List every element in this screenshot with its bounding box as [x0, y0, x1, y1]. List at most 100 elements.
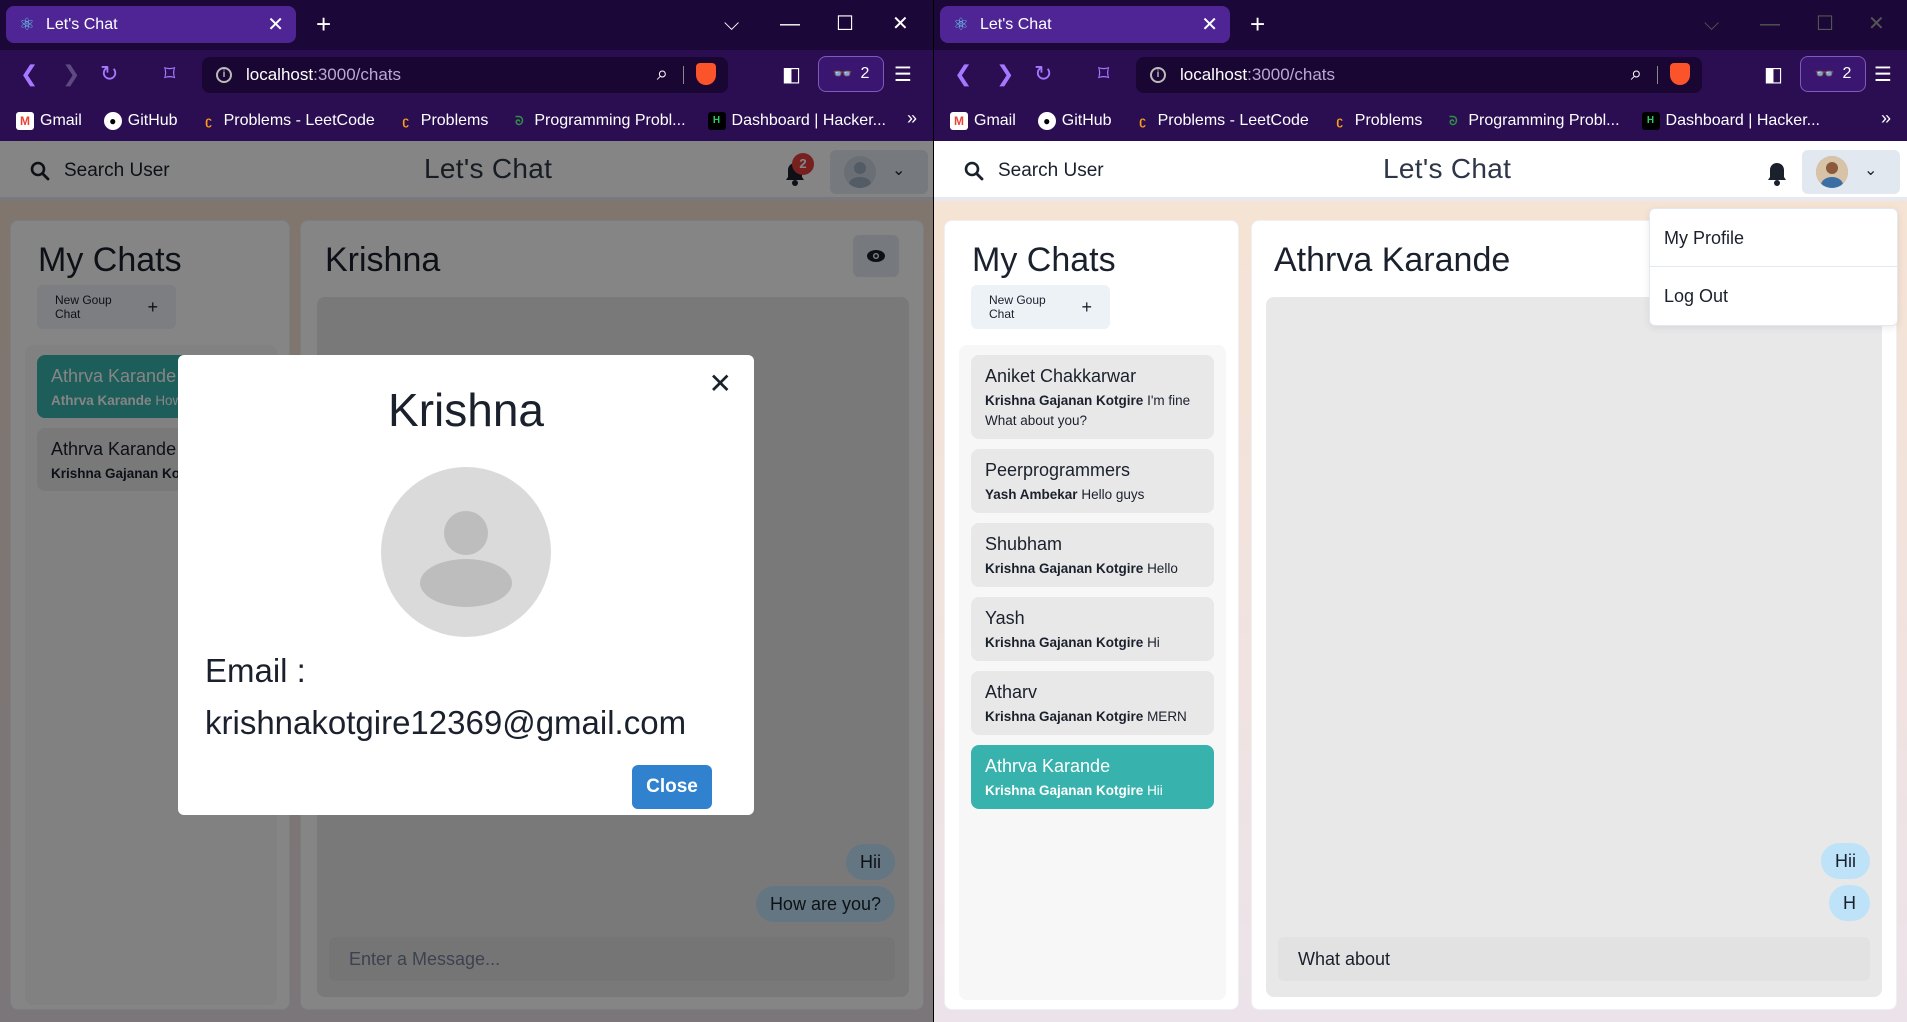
back-icon[interactable]: ❮ — [20, 62, 38, 86]
bookmark-geeks[interactable]: ᘐ Programming Probl... — [510, 112, 685, 130]
chat-name: Athrva Karande — [985, 756, 1111, 776]
bookmarks-more-icon[interactable]: » — [907, 108, 917, 129]
browser-tab[interactable]: ⚛ Let's Chat ✕ — [6, 6, 296, 43]
profile-avatar — [381, 467, 551, 637]
new-tab-button[interactable]: + — [1250, 9, 1265, 39]
close-window-button[interactable]: ✕ — [1868, 10, 1885, 38]
chat-item[interactable]: Atharv Krishna Gajanan Kotgire MERN — [971, 671, 1214, 735]
brave-shield-icon[interactable] — [696, 63, 716, 85]
brave-shield-icon[interactable] — [1670, 63, 1690, 85]
address-bar[interactable]: i localhost:3000/chats ⌕ — [202, 57, 728, 93]
new-tab-button[interactable]: + — [316, 9, 331, 39]
info-icon[interactable]: i — [1150, 67, 1166, 83]
forward-icon[interactable]: ❯ — [62, 62, 80, 86]
chat-last-message: Krishna Gajanan Kotgire I'm fine What ab… — [985, 391, 1200, 431]
chat-item[interactable]: Shubham Krishna Gajanan Kotgire Hello — [971, 523, 1214, 587]
menu-icon[interactable]: ☰ — [894, 62, 912, 87]
chat-item[interactable]: Aniket Chakkarwar Krishna Gajanan Kotgir… — [971, 355, 1214, 439]
vpn-button[interactable]: 👓 2 — [1800, 56, 1866, 92]
minimize-button[interactable]: — — [1760, 10, 1780, 38]
bookmark-github[interactable]: ● GitHub — [1037, 111, 1112, 130]
message-input[interactable]: What about — [1278, 937, 1870, 981]
close-icon[interactable]: ✕ — [709, 367, 732, 400]
browser-window-left: ⚛ Let's Chat ✕ + ⌵ — ☐ ✕ ❮ ❯ ↻ ⌑ i local… — [0, 0, 933, 1022]
bookmark-label: Problems — [420, 111, 489, 129]
bookmark-gmail[interactable]: M Gmail — [950, 111, 1016, 130]
tab-strip: ⚛ Let's Chat ✕ + ⌵ — ☐ ✕ — [934, 0, 1907, 50]
tab-list-icon[interactable]: ⌵ — [1704, 10, 1719, 38]
bookmarks-more-icon[interactable]: » — [1881, 108, 1891, 129]
bookmark-problems[interactable]: ʗ Problems — [397, 111, 489, 130]
maximize-button[interactable]: ☐ — [836, 10, 854, 38]
search-user-button[interactable]: Search User — [952, 151, 1116, 191]
zoom-icon[interactable]: ⌕ — [1631, 63, 1642, 86]
close-window-button[interactable]: ✕ — [892, 10, 909, 38]
profile-menu-button[interactable]: ⌄ — [1802, 150, 1900, 194]
chat-name: Peerprogrammers — [985, 460, 1131, 480]
gfg-icon: ᘐ — [515, 113, 524, 128]
chat-list: Aniket Chakkarwar Krishna Gajanan Kotgir… — [959, 345, 1226, 1000]
maximize-button[interactable]: ☐ — [1816, 10, 1834, 38]
search-icon — [964, 161, 984, 181]
bookmark-geeks[interactable]: ᘐ Programming Probl... — [1444, 112, 1619, 130]
chat-text: Hii — [1147, 783, 1163, 798]
chat-last-message: Krishna Gajanan Kotgire Hello — [985, 559, 1200, 579]
back-icon[interactable]: ❮ — [954, 62, 972, 86]
chat-text: Hello — [1147, 561, 1178, 576]
gmail-icon: M — [16, 111, 34, 130]
my-chats-heading: My Chats — [972, 241, 1116, 279]
profile-dropdown-menu: My Profile Log Out — [1649, 208, 1898, 326]
sidebar-toggle-icon[interactable]: ◧ — [1764, 62, 1783, 87]
bookmark-icon[interactable]: ⌑ — [1098, 62, 1109, 86]
bookmark-hackerrank[interactable]: H Dashboard | Hacker... — [1641, 111, 1820, 130]
vpn-count: 2 — [1842, 65, 1852, 82]
chat-name: Yash — [985, 608, 1025, 628]
bookmark-leetcode[interactable]: ʗ Problems - LeetCode — [200, 112, 375, 130]
chat-panel: Athrva Karande Hii H What about — [1251, 220, 1897, 1010]
modal-title: Krishna — [388, 384, 544, 436]
bell-icon[interactable] — [1766, 161, 1788, 187]
leetcode-icon: ʗ — [402, 113, 410, 128]
close-tab-icon[interactable]: ✕ — [1201, 12, 1218, 37]
bookmarks-bar: M Gmail ● GitHub ʗ Problems - LeetCode ʗ Pro… — [0, 100, 933, 141]
chat-header-name: Athrva Karande — [1274, 241, 1511, 279]
close-tab-icon[interactable]: ✕ — [267, 12, 284, 37]
react-icon: ⚛ — [19, 14, 35, 34]
close-button[interactable]: Close — [632, 765, 712, 809]
zoom-icon[interactable]: ⌕ — [657, 63, 668, 86]
menu-item-log-out[interactable]: Log Out — [1650, 267, 1897, 325]
leetcode-icon: ʗ — [1336, 113, 1344, 128]
bookmark-gmail[interactable]: M Gmail — [16, 111, 82, 130]
bookmark-hackerrank[interactable]: H Dashboard | Hacker... — [707, 111, 886, 130]
reload-icon[interactable]: ↻ — [1034, 62, 1052, 86]
chat-sender: Krishna Gajanan Kotgire — [985, 783, 1144, 798]
reload-icon[interactable]: ↻ — [100, 62, 118, 86]
address-bar[interactable]: i localhost:3000/chats ⌕ — [1136, 57, 1702, 93]
app-title: Let's Chat — [1383, 153, 1512, 184]
tab-title: Let's Chat — [46, 15, 118, 33]
chat-item[interactable]: Athrva Karande Krishna Gajanan Kotgire H… — [971, 745, 1214, 809]
sidebar-toggle-icon[interactable]: ◧ — [782, 62, 801, 87]
info-icon[interactable]: i — [216, 67, 232, 83]
bookmark-problems[interactable]: ʗ Problems — [1331, 112, 1422, 130]
chevron-down-icon: ⌄ — [1864, 162, 1878, 179]
chat-sender: Krishna Gajanan Kotgire — [985, 561, 1144, 576]
url-path: :3000/chats — [1247, 65, 1336, 84]
menu-icon[interactable]: ☰ — [1874, 62, 1892, 87]
menu-item-my-profile[interactable]: My Profile — [1650, 209, 1897, 267]
chat-item[interactable]: Peerprogrammers Yash Ambekar Hello guys — [971, 449, 1214, 513]
chat-last-message: Krishna Gajanan Kotgire Hii — [985, 781, 1200, 801]
bookmark-label: Problems - LeetCode — [1157, 111, 1309, 129]
bookmark-leetcode[interactable]: ʗ Problems - LeetCode — [1134, 112, 1309, 130]
minimize-button[interactable]: — — [780, 10, 800, 38]
bookmark-icon[interactable]: ⌑ — [164, 62, 175, 86]
tab-list-icon[interactable]: ⌵ — [724, 10, 739, 38]
bookmark-github[interactable]: ● GitHub — [103, 111, 178, 130]
new-group-chat-button[interactable]: New Goup Chat + — [971, 285, 1110, 329]
browser-tab[interactable]: ⚛ Let's Chat ✕ — [940, 6, 1230, 43]
chat-item[interactable]: Yash Krishna Gajanan Kotgire Hi — [971, 597, 1214, 661]
vpn-button[interactable]: 👓 2 — [818, 56, 884, 92]
leetcode-icon: ʗ — [205, 113, 212, 128]
bookmarks-bar: M Gmail ● GitHub ʗ Problems - LeetCode ʗ Pro… — [934, 100, 1907, 141]
forward-icon[interactable]: ❯ — [996, 62, 1014, 86]
